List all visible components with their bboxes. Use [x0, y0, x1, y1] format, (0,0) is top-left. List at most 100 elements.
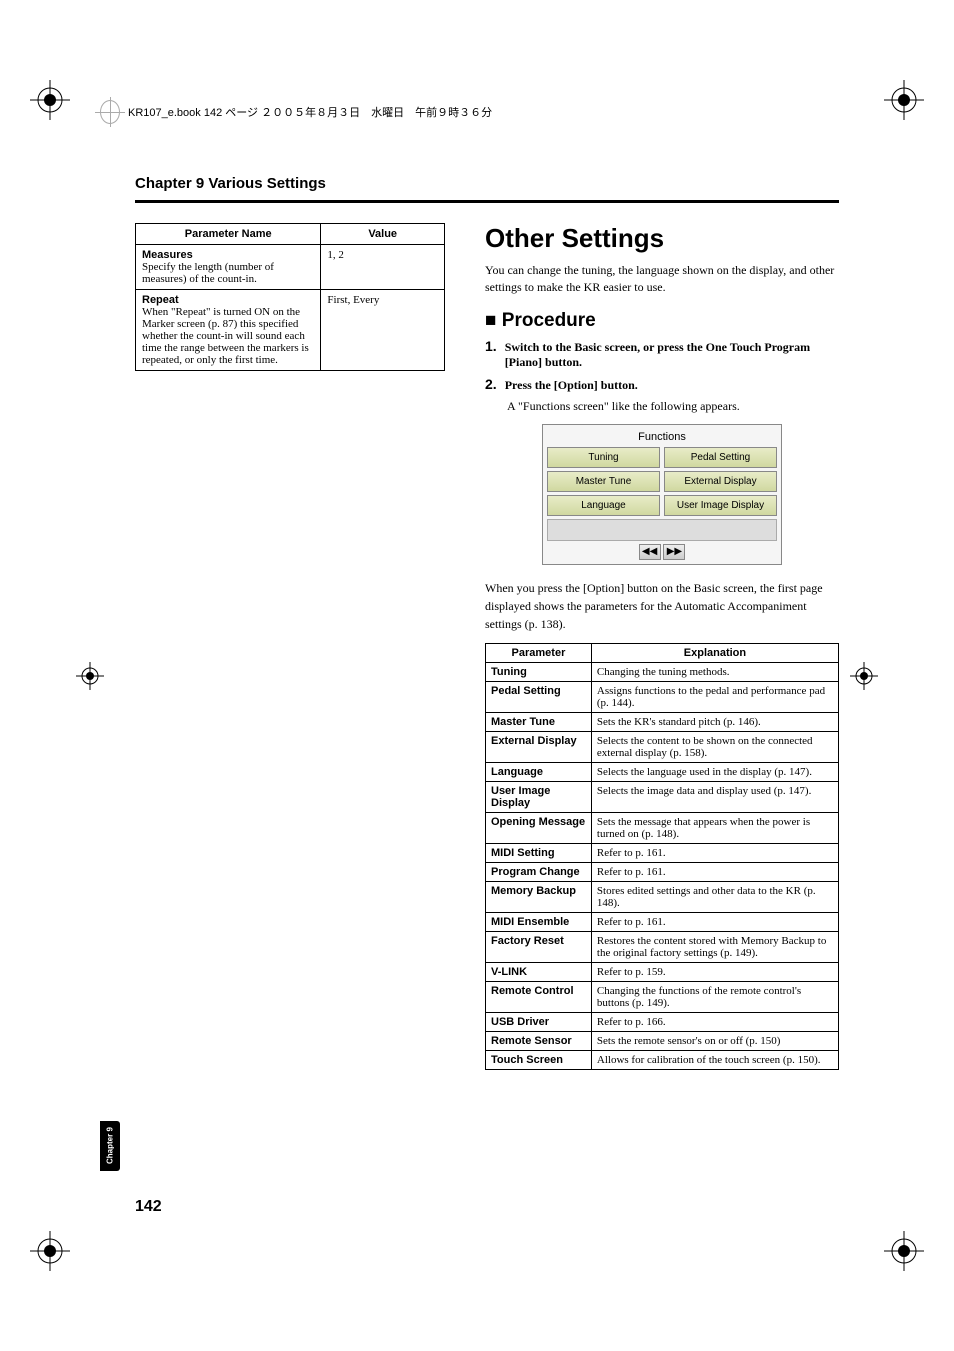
page-number: 142 — [135, 1198, 162, 1216]
functions-cell-user-image-display: User Image Display — [664, 495, 777, 516]
side-tab-chapter: Chapter 9 — [100, 1121, 120, 1171]
header-mark-icon — [100, 100, 120, 124]
expl-text: Stores edited settings and other data to… — [591, 881, 838, 912]
header-text: KR107_e.book 142 ページ ２００５年８月３日 水曜日 午前９時３… — [128, 104, 492, 120]
table-row: User Image DisplaySelects the image data… — [486, 781, 839, 812]
table-row: MIDI EnsembleRefer to p. 161. — [486, 912, 839, 931]
functions-title: Functions — [547, 429, 777, 447]
expl-text: Restores the content stored with Memory … — [591, 931, 838, 962]
intro-text: You can change the tuning, the language … — [485, 262, 839, 296]
expl-param: Tuning — [486, 662, 592, 681]
left-column: Parameter Name Value Measures Specify th… — [135, 223, 445, 1070]
table-row: Remote ControlChanging the functions of … — [486, 981, 839, 1012]
param-name-desc: Specify the length (number of measures) … — [142, 261, 274, 285]
crop-mark-tr — [884, 80, 924, 120]
table-row: Opening MessageSets the message that app… — [486, 812, 839, 843]
expl-param: Pedal Setting — [486, 681, 592, 712]
table-row: Pedal SettingAssigns functions to the pe… — [486, 681, 839, 712]
expl-th-explanation: Explanation — [591, 643, 838, 662]
functions-screenshot: Functions Tuning Pedal Setting Master Tu… — [542, 424, 782, 565]
functions-cell-language: Language — [547, 495, 660, 516]
param-name-bold: Measures — [142, 249, 314, 261]
expl-param: Remote Control — [486, 981, 592, 1012]
functions-cell-master-tune: Master Tune — [547, 471, 660, 492]
expl-param: Touch Screen — [486, 1050, 592, 1069]
expl-text: Changing the tuning methods. — [591, 662, 838, 681]
expl-text: Selects the content to be shown on the c… — [591, 731, 838, 762]
functions-cell-pedal-setting: Pedal Setting — [664, 447, 777, 468]
step-2: 2. Press the [Option] button. — [485, 376, 839, 393]
procedure-heading: Procedure — [485, 310, 839, 332]
functions-cell-tuning: Tuning — [547, 447, 660, 468]
step-number: 2. — [485, 376, 497, 392]
after-box-text: When you press the [Option] button on th… — [485, 579, 839, 633]
expl-text: Assigns functions to the pedal and perfo… — [591, 681, 838, 712]
param-name-bold: Repeat — [142, 294, 314, 306]
param-th-name: Parameter Name — [136, 224, 321, 245]
expl-text: Sets the KR's standard pitch (p. 146). — [591, 712, 838, 731]
table-row: Remote SensorSets the remote sensor's on… — [486, 1031, 839, 1050]
right-column: Other Settings You can change the tuning… — [485, 223, 839, 1070]
expl-param: Master Tune — [486, 712, 592, 731]
table-row: External DisplaySelects the content to b… — [486, 731, 839, 762]
table-row: Repeat When "Repeat" is turned ON on the… — [136, 290, 445, 371]
table-row: Memory BackupStores edited settings and … — [486, 881, 839, 912]
table-row: V-LINKRefer to p. 159. — [486, 962, 839, 981]
expl-text: Refer to p. 161. — [591, 912, 838, 931]
table-row: LanguageSelects the language used in the… — [486, 762, 839, 781]
step-2-subtext: A "Functions screen" like the following … — [507, 399, 839, 414]
nav-prev-icon: ◀◀ — [639, 544, 661, 560]
expl-param: MIDI Setting — [486, 843, 592, 862]
expl-param: Factory Reset — [486, 931, 592, 962]
expl-text: Allows for calibration of the touch scre… — [591, 1050, 838, 1069]
print-header: KR107_e.book 142 ページ ２００５年８月３日 水曜日 午前９時３… — [100, 100, 854, 124]
explanation-table: Parameter Explanation TuningChanging the… — [485, 643, 839, 1070]
table-row: Touch ScreenAllows for calibration of th… — [486, 1050, 839, 1069]
nav-next-icon: ▶▶ — [663, 544, 685, 560]
chapter-title: Chapter 9 Various Settings — [135, 175, 839, 203]
crop-mark-br — [884, 1231, 924, 1271]
param-value: First, Every — [321, 290, 445, 371]
expl-text: Changing the functions of the remote con… — [591, 981, 838, 1012]
table-row: Measures Specify the length (number of m… — [136, 245, 445, 290]
table-row: USB DriverRefer to p. 166. — [486, 1012, 839, 1031]
expl-param: Language — [486, 762, 592, 781]
table-row: Program ChangeRefer to p. 161. — [486, 862, 839, 881]
expl-text: Refer to p. 159. — [591, 962, 838, 981]
expl-text: Sets the remote sensor's on or off (p. 1… — [591, 1031, 838, 1050]
expl-text: Refer to p. 161. — [591, 862, 838, 881]
section-title: Other Settings — [485, 223, 839, 254]
functions-blank-row — [547, 519, 777, 541]
step-text: Press the [Option] button. — [505, 378, 638, 392]
functions-nav: ◀◀ ▶▶ — [547, 544, 777, 560]
step-text: Switch to the Basic screen, or press the… — [505, 340, 810, 369]
crop-mark-mr — [844, 656, 884, 696]
crop-mark-bl — [30, 1231, 70, 1271]
table-row: Master TuneSets the KR's standard pitch … — [486, 712, 839, 731]
table-row: MIDI SettingRefer to p. 161. — [486, 843, 839, 862]
param-value: 1, 2 — [321, 245, 445, 290]
expl-param: Remote Sensor — [486, 1031, 592, 1050]
step-1: 1. Switch to the Basic screen, or press … — [485, 338, 839, 370]
expl-param: USB Driver — [486, 1012, 592, 1031]
expl-param: MIDI Ensemble — [486, 912, 592, 931]
table-row: Factory ResetRestores the content stored… — [486, 931, 839, 962]
expl-param: V-LINK — [486, 962, 592, 981]
param-name-desc: When "Repeat" is turned ON on the Marker… — [142, 306, 309, 366]
expl-text: Refer to p. 166. — [591, 1012, 838, 1031]
expl-text: Refer to p. 161. — [591, 843, 838, 862]
parameter-table: Parameter Name Value Measures Specify th… — [135, 223, 445, 371]
crop-mark-ml — [70, 656, 110, 696]
expl-text: Selects the language used in the display… — [591, 762, 838, 781]
functions-cell-external-display: External Display — [664, 471, 777, 492]
table-row: TuningChanging the tuning methods. — [486, 662, 839, 681]
expl-param: Program Change — [486, 862, 592, 881]
expl-param: External Display — [486, 731, 592, 762]
expl-param: User Image Display — [486, 781, 592, 812]
step-number: 1. — [485, 338, 497, 354]
param-th-value: Value — [321, 224, 445, 245]
expl-param: Memory Backup — [486, 881, 592, 912]
expl-text: Selects the image data and display used … — [591, 781, 838, 812]
expl-th-parameter: Parameter — [486, 643, 592, 662]
expl-text: Sets the message that appears when the p… — [591, 812, 838, 843]
